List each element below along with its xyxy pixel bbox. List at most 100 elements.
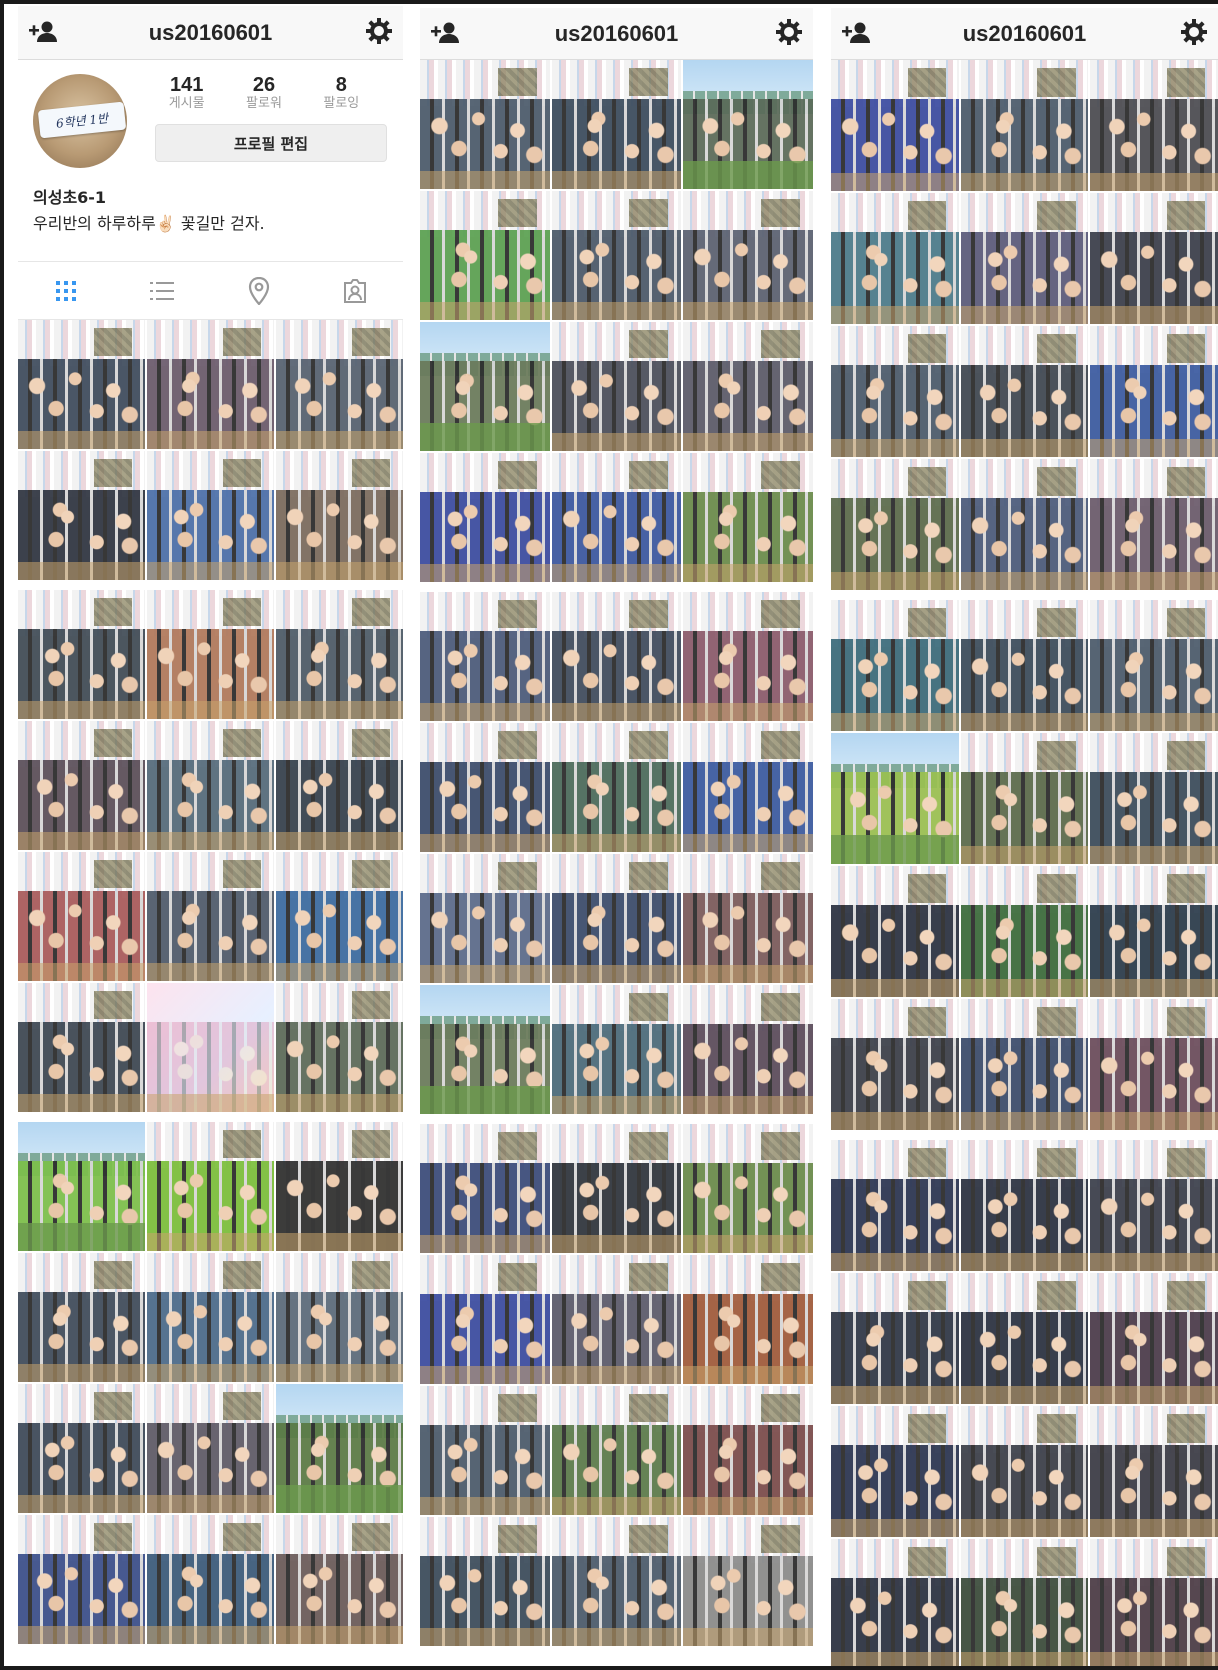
photo-thumbnail[interactable] (831, 326, 959, 457)
photo-thumbnail[interactable] (551, 1386, 682, 1515)
photo-thumbnail[interactable] (831, 193, 959, 324)
photo-thumbnail[interactable] (420, 723, 550, 852)
photo-thumbnail[interactable] (551, 322, 682, 451)
photo-thumbnail[interactable] (276, 451, 403, 580)
add-person-icon[interactable] (430, 20, 460, 48)
add-person-icon[interactable] (28, 19, 58, 47)
photo-thumbnail[interactable] (831, 60, 959, 191)
photo-thumbnail[interactable] (960, 193, 1089, 324)
photo-thumbnail[interactable] (831, 866, 959, 997)
photo-thumbnail[interactable] (147, 590, 274, 719)
photo-thumbnail[interactable] (683, 1386, 813, 1515)
photo-thumbnail[interactable] (683, 1255, 813, 1384)
photo-thumbnail[interactable] (683, 1124, 813, 1253)
photo-thumbnail[interactable] (551, 453, 682, 582)
photo-thumbnail[interactable] (420, 1255, 550, 1384)
photo-thumbnail[interactable] (276, 983, 403, 1112)
photo-thumbnail[interactable] (276, 721, 403, 850)
photo-thumbnail[interactable] (831, 1273, 959, 1404)
photo-thumbnail[interactable] (18, 320, 145, 449)
photo-thumbnail[interactable] (1090, 999, 1218, 1130)
photo-thumbnail[interactable] (18, 1515, 145, 1644)
photo-thumbnail[interactable] (276, 1253, 403, 1382)
avatar[interactable]: 6학년 1반 (33, 74, 127, 168)
photo-thumbnail[interactable] (551, 1255, 682, 1384)
photo-thumbnail[interactable] (683, 453, 813, 582)
photo-thumbnail[interactable] (420, 985, 550, 1114)
photo-thumbnail[interactable] (420, 60, 550, 189)
photo-thumbnail[interactable] (551, 1124, 682, 1253)
photo-thumbnail[interactable] (147, 320, 274, 449)
photo-thumbnail[interactable] (1090, 866, 1218, 997)
photo-thumbnail[interactable] (831, 1406, 959, 1537)
list-view-icon[interactable] (142, 271, 182, 311)
photo-thumbnail[interactable] (420, 1124, 550, 1253)
photo-thumbnail[interactable] (18, 721, 145, 850)
photo-thumbnail[interactable] (147, 1122, 274, 1251)
photo-thumbnail[interactable] (420, 1386, 550, 1515)
gear-icon[interactable] (365, 17, 393, 49)
photo-thumbnail[interactable] (1090, 1273, 1218, 1404)
photo-thumbnail[interactable] (960, 866, 1089, 997)
photo-thumbnail[interactable] (551, 592, 682, 721)
photo-thumbnail[interactable] (1090, 733, 1218, 864)
photo-thumbnail[interactable] (1090, 1539, 1218, 1670)
photo-thumbnail[interactable] (683, 592, 813, 721)
photo-thumbnail[interactable] (960, 459, 1089, 590)
stat-posts[interactable]: 141 게시물 (169, 74, 205, 112)
photo-thumbnail[interactable] (960, 1406, 1089, 1537)
grid-view-icon[interactable] (46, 271, 86, 311)
photo-thumbnail[interactable] (147, 1515, 274, 1644)
photo-thumbnail[interactable] (147, 852, 274, 981)
photo-thumbnail[interactable] (276, 320, 403, 449)
add-person-icon[interactable] (841, 20, 871, 48)
photo-thumbnail[interactable] (1090, 600, 1218, 731)
tagged-person-icon[interactable] (335, 271, 375, 311)
photo-thumbnail[interactable] (551, 854, 682, 983)
photo-thumbnail[interactable] (1090, 1406, 1218, 1537)
stat-followers[interactable]: 26 팔로워 (246, 74, 282, 112)
photo-thumbnail[interactable] (1090, 1140, 1218, 1271)
photo-thumbnail[interactable] (683, 854, 813, 983)
photo-thumbnail[interactable] (1090, 193, 1218, 324)
photo-thumbnail[interactable] (960, 1273, 1089, 1404)
photo-thumbnail[interactable] (147, 1384, 274, 1513)
photo-thumbnail[interactable] (831, 999, 959, 1130)
photo-thumbnail[interactable] (960, 1539, 1089, 1670)
photo-thumbnail[interactable] (18, 1253, 145, 1382)
photo-thumbnail[interactable] (831, 733, 959, 864)
photo-thumbnail[interactable] (18, 1384, 145, 1513)
photo-thumbnail[interactable] (1090, 60, 1218, 191)
photo-thumbnail[interactable] (147, 983, 274, 1112)
photo-thumbnail[interactable] (276, 590, 403, 719)
photo-thumbnail[interactable] (420, 854, 550, 983)
photo-thumbnail[interactable] (276, 852, 403, 981)
photo-thumbnail[interactable] (276, 1384, 403, 1513)
photo-thumbnail[interactable] (683, 1517, 813, 1646)
photo-thumbnail[interactable] (960, 999, 1089, 1130)
photo-thumbnail[interactable] (960, 326, 1089, 457)
photo-thumbnail[interactable] (683, 60, 813, 189)
photo-thumbnail[interactable] (18, 590, 145, 719)
photo-thumbnail[interactable] (960, 60, 1089, 191)
photo-thumbnail[interactable] (18, 1122, 145, 1251)
photo-thumbnail[interactable] (551, 985, 682, 1114)
photo-thumbnail[interactable] (960, 733, 1089, 864)
stat-following[interactable]: 8 팔로잉 (323, 74, 359, 112)
photo-thumbnail[interactable] (18, 983, 145, 1112)
photo-thumbnail[interactable] (1090, 326, 1218, 457)
photo-thumbnail[interactable] (831, 1539, 959, 1670)
photo-thumbnail[interactable] (420, 453, 550, 582)
photo-thumbnail[interactable] (18, 451, 145, 580)
photo-thumbnail[interactable] (551, 723, 682, 852)
gear-icon[interactable] (775, 18, 803, 50)
photo-thumbnail[interactable] (420, 592, 550, 721)
photo-thumbnail[interactable] (551, 191, 682, 320)
photo-thumbnail[interactable] (551, 60, 682, 189)
photo-thumbnail[interactable] (683, 191, 813, 320)
photo-thumbnail[interactable] (683, 723, 813, 852)
photo-thumbnail[interactable] (831, 1140, 959, 1271)
photo-thumbnail[interactable] (960, 600, 1089, 731)
photo-thumbnail[interactable] (420, 322, 550, 451)
photo-thumbnail[interactable] (683, 985, 813, 1114)
